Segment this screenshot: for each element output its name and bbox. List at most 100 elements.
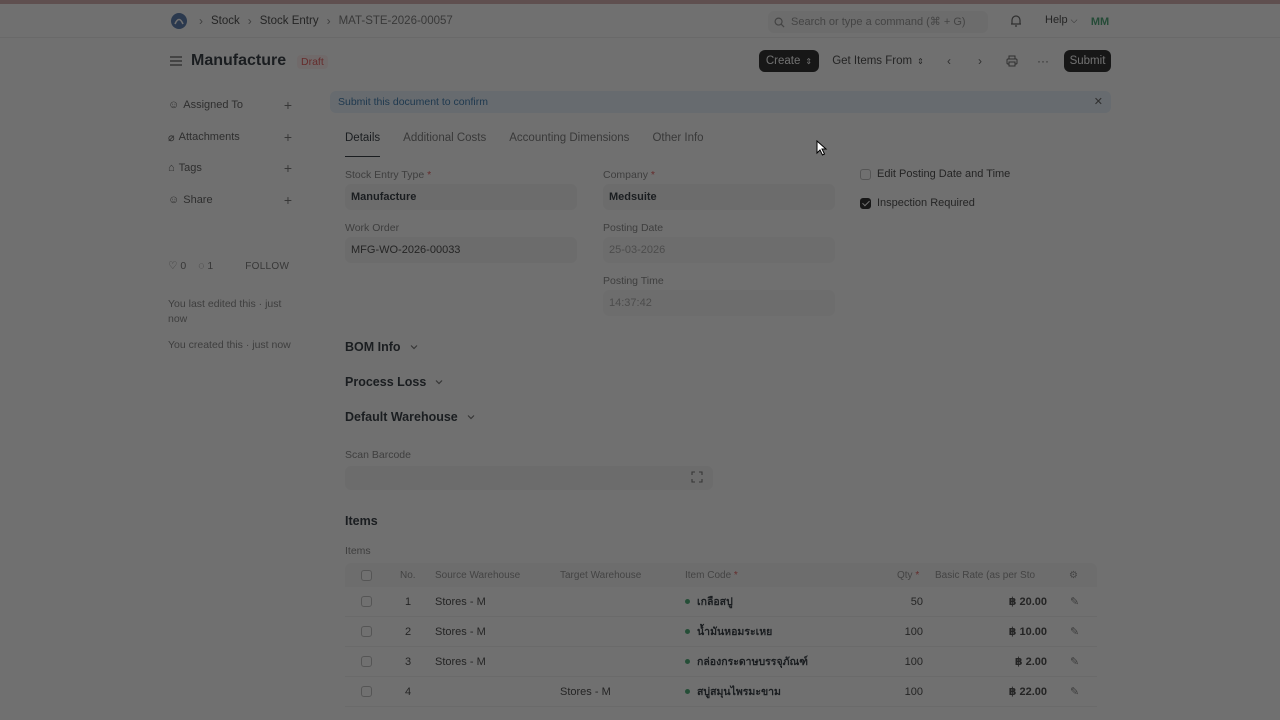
edit-row-icon[interactable]: ✎ xyxy=(1070,647,1079,676)
activity-created: You created this · just now xyxy=(168,339,291,351)
status-dot-icon xyxy=(685,629,690,634)
add-icon[interactable]: + xyxy=(284,192,292,208)
row-checkbox[interactable] xyxy=(361,647,372,676)
get-items-from-button[interactable]: Get Items From ⇕ xyxy=(828,50,928,72)
row-source-warehouse[interactable]: Stores - M xyxy=(435,587,486,616)
row-item-code[interactable]: สบู่สมุนไพรมะขาม xyxy=(685,677,781,706)
table-row[interactable]: 1 Stores - M เกลือสปู 50 ฿ 20.00 ✎ xyxy=(345,587,1097,617)
row-source-warehouse[interactable]: Stores - M xyxy=(435,647,486,676)
submit-button[interactable]: Submit xyxy=(1064,50,1111,72)
row-basic-rate[interactable]: ฿ 2.00 xyxy=(945,647,1047,676)
add-icon[interactable]: + xyxy=(284,160,292,176)
edit-posting-checkbox[interactable] xyxy=(860,168,871,180)
tab-details[interactable]: Details xyxy=(345,132,381,157)
row-item-code[interactable]: น้ำมันหอมระเหย xyxy=(685,617,772,646)
search-input[interactable] xyxy=(791,16,981,28)
table-row[interactable]: 2 Stores - M น้ำมันหอมระเหย 100 ฿ 10.00 ✎ xyxy=(345,617,1097,647)
row-target-warehouse[interactable]: Stores - M xyxy=(560,677,611,706)
inspection-required-checkbox-row[interactable]: Inspection Required xyxy=(860,197,975,209)
row-qty[interactable]: 100 xyxy=(885,677,923,706)
table-row[interactable]: 4 Stores - M สบู่สมุนไพรมะขาม 100 ฿ 22.00 ✎ xyxy=(345,677,1097,707)
barcode-scan-icon[interactable] xyxy=(691,471,703,483)
table-row[interactable]: 3 Stores - M กล่องกระดาษบรรจุภัณฑ์ 100 ฿ 2.0… xyxy=(345,647,1097,677)
edit-row-icon[interactable]: ✎ xyxy=(1070,587,1079,616)
tab-additional-costs[interactable]: Additional Costs xyxy=(403,132,486,157)
scan-barcode-field[interactable] xyxy=(345,466,713,490)
section-title: BOM Info xyxy=(345,340,401,354)
row-qty[interactable]: 100 xyxy=(885,647,923,676)
company-field[interactable]: Medsuite xyxy=(603,184,835,210)
close-icon[interactable]: ✕ xyxy=(1094,95,1103,108)
work-order-field[interactable]: MFG-WO-2026-00033 xyxy=(345,237,577,263)
breadcrumb-stock[interactable]: Stock xyxy=(211,15,240,27)
search-bar[interactable] xyxy=(768,11,988,33)
row-checkbox[interactable] xyxy=(361,587,372,616)
posting-time-field: 14:37:42 xyxy=(603,290,835,316)
section-bom-info[interactable]: BOM Info xyxy=(345,340,419,354)
sidebar-item-assigned-to[interactable]: ☺ Assigned To + xyxy=(168,96,292,114)
notification-bell-icon[interactable] xyxy=(1009,14,1023,28)
row-item-code[interactable]: เกลือสปู xyxy=(685,587,733,616)
row-checkbox[interactable] xyxy=(361,677,372,706)
ellipsis-icon: ··· xyxy=(1037,54,1049,68)
section-default-warehouse[interactable]: Default Warehouse xyxy=(345,410,476,424)
select-all-checkbox[interactable] xyxy=(361,563,372,587)
row-item-code[interactable]: กล่องกระดาษบรรจุภัณฑ์ xyxy=(685,647,808,676)
like-button[interactable]: ♡ 0 xyxy=(168,260,186,272)
previous-doc-button[interactable]: ‹ xyxy=(938,50,960,72)
row-basic-rate[interactable]: ฿ 22.00 xyxy=(945,677,1047,706)
print-button[interactable] xyxy=(1001,50,1023,72)
next-doc-button[interactable]: › xyxy=(969,50,991,72)
engagement-row: ♡ 0 ◌ 1 FOLLOW xyxy=(168,260,289,272)
breadcrumb-document[interactable]: MAT-STE-2026-00057 xyxy=(339,15,453,27)
edit-posting-checkbox-row[interactable]: Edit Posting Date and Time xyxy=(860,168,1010,180)
row-qty[interactable]: 100 xyxy=(885,617,923,646)
item-code-text: น้ำมันหอมระเหย xyxy=(697,626,773,638)
help-menu[interactable]: Help ⌵ xyxy=(1045,14,1077,26)
row-checkbox[interactable] xyxy=(361,617,372,646)
sidebar-item-tags[interactable]: ⌂ Tags + xyxy=(168,159,292,177)
company-label: Company * xyxy=(603,169,655,181)
app-logo-icon[interactable] xyxy=(170,12,188,30)
follow-button[interactable]: FOLLOW xyxy=(245,261,289,272)
row-no: 2 xyxy=(405,625,412,638)
comments-button[interactable]: ◌ 1 xyxy=(198,260,213,272)
col-target-warehouse: Target Warehouse xyxy=(560,569,642,581)
inspection-required-checkbox[interactable] xyxy=(860,197,871,209)
chevron-down-icon: ⌵ xyxy=(1070,14,1078,25)
row-source-warehouse[interactable]: Stores - M xyxy=(435,617,486,646)
status-badge: Draft xyxy=(297,55,328,69)
avatar[interactable]: MM xyxy=(1088,12,1112,32)
breadcrumb: › Stock › Stock Entry › MAT-STE-2026-000… xyxy=(199,14,453,28)
add-icon[interactable]: + xyxy=(284,129,292,145)
sidebar-item-attachments[interactable]: ⌀ Attachments + xyxy=(168,128,292,146)
tag-icon: ⌂ xyxy=(168,162,175,174)
sidebar-item-label: Attachments xyxy=(178,131,240,143)
chevron-right-icon: › xyxy=(247,14,252,28)
edit-row-icon[interactable]: ✎ xyxy=(1070,677,1079,706)
item-code-text: กล่องกระดาษบรรจุภัณฑ์ xyxy=(697,656,808,668)
section-title: Default Warehouse xyxy=(345,410,458,424)
edit-row-icon[interactable]: ✎ xyxy=(1070,617,1079,646)
chevron-left-icon: ‹ xyxy=(947,54,951,68)
row-basic-rate[interactable]: ฿ 20.00 xyxy=(945,587,1047,616)
edit-posting-label: Edit Posting Date and Time xyxy=(877,168,1011,180)
breadcrumb-stock-entry[interactable]: Stock Entry xyxy=(260,15,319,27)
tab-accounting-dimensions[interactable]: Accounting Dimensions xyxy=(509,132,629,157)
add-icon[interactable]: + xyxy=(284,97,292,113)
item-code-text: เกลือสปู xyxy=(697,596,733,608)
row-basic-rate[interactable]: ฿ 10.00 xyxy=(945,617,1047,646)
more-menu-button[interactable]: ··· xyxy=(1032,50,1054,72)
stock-entry-type-field[interactable]: Manufacture xyxy=(345,184,577,210)
chevron-down-icon xyxy=(435,380,443,385)
row-qty[interactable]: 50 xyxy=(885,587,923,616)
tab-other-info[interactable]: Other Info xyxy=(652,132,703,157)
sidebar-item-share[interactable]: ☺ Share + xyxy=(168,191,292,209)
row-no: 1 xyxy=(405,595,412,608)
column-settings-icon[interactable]: ⚙ xyxy=(1069,563,1078,587)
create-button[interactable]: Create ⇕ xyxy=(759,50,819,72)
col-no: No. xyxy=(400,569,416,581)
section-process-loss[interactable]: Process Loss xyxy=(345,375,444,389)
row-no: 4 xyxy=(405,685,412,698)
sidebar-toggle-icon[interactable] xyxy=(169,54,183,68)
